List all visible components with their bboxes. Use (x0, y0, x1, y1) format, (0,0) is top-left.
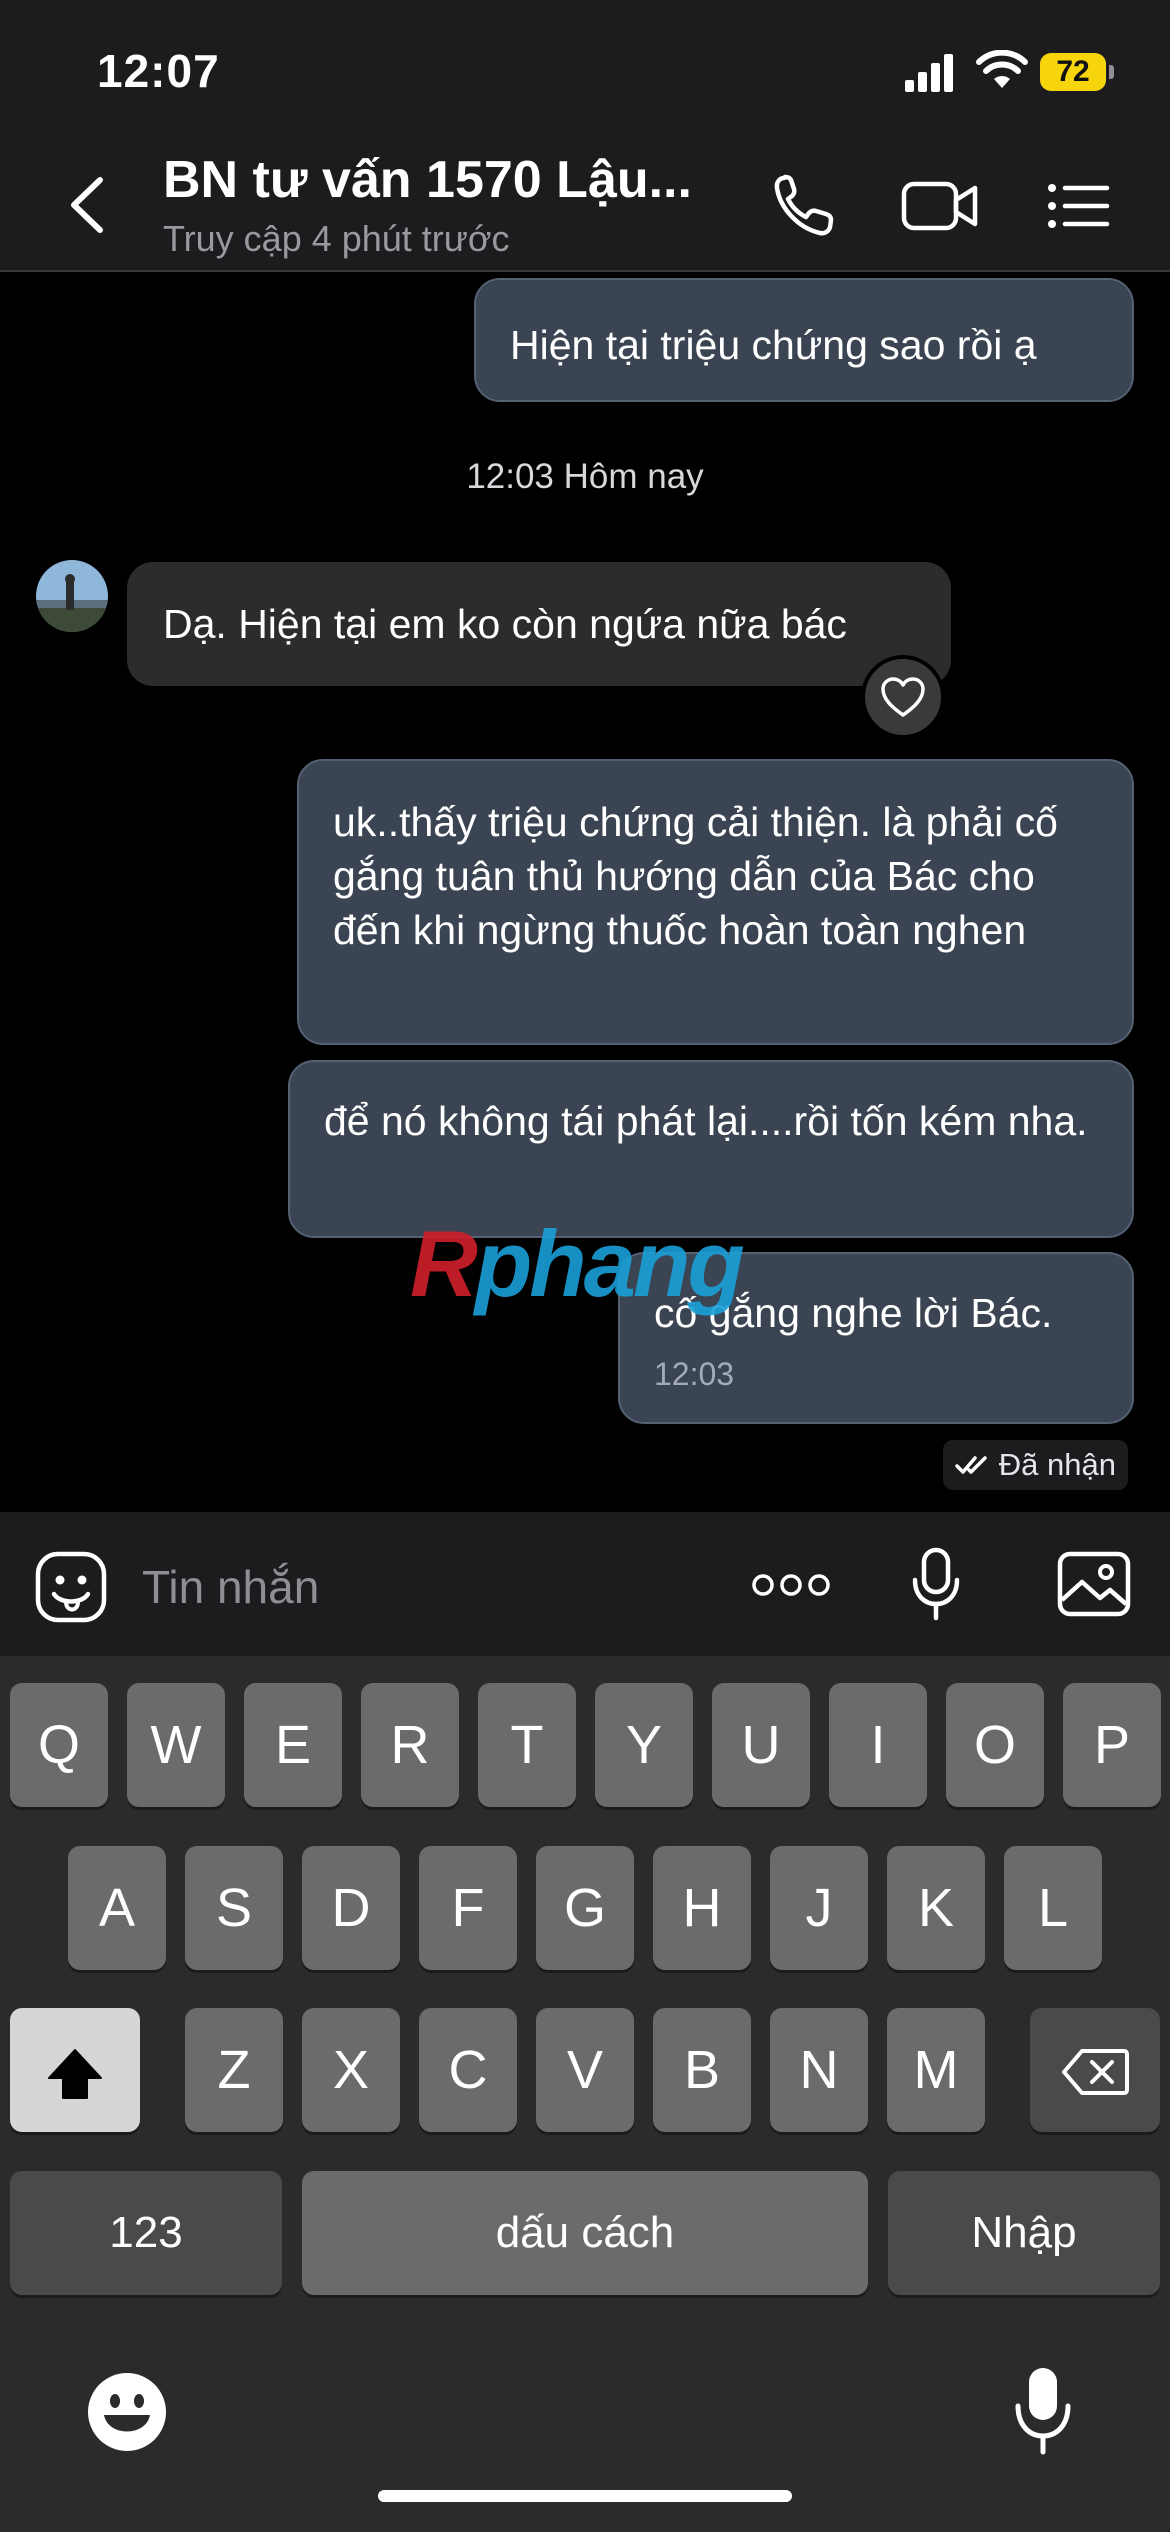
space-key[interactable]: dấu cách (302, 2171, 868, 2295)
key-s[interactable]: S (185, 1846, 283, 1970)
key-q[interactable]: Q (10, 1683, 108, 1807)
shift-key[interactable] (10, 2008, 140, 2132)
key-l[interactable]: L (1004, 1846, 1102, 1970)
message-text: Dạ. Hiện tại em ko còn ngứa nữa bác (163, 601, 847, 647)
battery-cap (1109, 65, 1114, 79)
key-m[interactable]: M (887, 2008, 985, 2132)
emoji-sticker-icon[interactable] (34, 1550, 108, 1624)
status-time: 12:07 (97, 45, 220, 97)
battery-indicator: 72 (1040, 53, 1106, 91)
message-text: để nó không tái phát lại....rồi tốn kém … (324, 1098, 1088, 1144)
message-bubble-outgoing[interactable]: Hiện tại triệu chứng sao rồi ạ (474, 278, 1134, 402)
message-bubble-outgoing[interactable]: uk..thấy triệu chứng cải thiện. là phải … (297, 759, 1134, 1045)
message-text: uk..thấy triệu chứng cải thiện. là phải … (333, 799, 1058, 953)
watermark-r: R (410, 1211, 478, 1316)
message-bubble-incoming[interactable]: Dạ. Hiện tại em ko còn ngứa nữa bác (127, 562, 951, 686)
key-p[interactable]: P (1063, 1683, 1161, 1807)
heart-icon (881, 677, 925, 717)
key-z[interactable]: Z (185, 2008, 283, 2132)
react-heart-button[interactable] (861, 655, 945, 739)
chat-title[interactable]: BN tư vấn 1570 Lậu... (163, 150, 692, 210)
watermark-text: phang (474, 1211, 745, 1316)
home-indicator[interactable] (378, 2490, 792, 2502)
key-j[interactable]: J (770, 1846, 868, 1970)
message-time: 12:03 (654, 1356, 735, 1392)
key-i[interactable]: I (829, 1683, 927, 1807)
key-n[interactable]: N (770, 2008, 868, 2132)
key-w[interactable]: W (127, 1683, 225, 1807)
delivery-status: Đã nhận (942, 1440, 1128, 1490)
dictation-microphone-icon[interactable] (1012, 2364, 1074, 2456)
delivery-status-text: Đã nhận (998, 1447, 1116, 1482)
key-e[interactable]: E (244, 1683, 342, 1807)
watermark-logo: Rphang (410, 1210, 745, 1318)
backspace-icon (1062, 2049, 1129, 2096)
key-c[interactable]: C (419, 2008, 517, 2132)
double-check-icon (955, 1456, 987, 1474)
message-text: Hiện tại triệu chứng sao rồi ạ (510, 322, 1037, 368)
wifi-icon (976, 50, 1028, 88)
microphone-icon[interactable] (910, 1546, 962, 1622)
key-r[interactable]: R (361, 1683, 459, 1807)
key-x[interactable]: X (302, 2008, 400, 2132)
image-gallery-icon[interactable] (1056, 1550, 1132, 1618)
back-chevron-icon[interactable] (60, 170, 116, 240)
return-key[interactable]: Nhập (888, 2171, 1160, 2295)
backspace-key[interactable] (1030, 2008, 1160, 2132)
more-dots-icon[interactable] (750, 1572, 832, 1598)
key-k[interactable]: K (887, 1846, 985, 1970)
key-y[interactable]: Y (595, 1683, 693, 1807)
emoji-keyboard-icon[interactable] (86, 2371, 168, 2453)
video-camera-icon[interactable] (900, 170, 980, 240)
key-d[interactable]: D (302, 1846, 400, 1970)
keyboard: Q W E R T Y U I O P A S D F G H J K L Z … (0, 1656, 1170, 2532)
date-separator: 12:03 Hôm nay (466, 457, 704, 496)
key-g[interactable]: G (536, 1846, 634, 1970)
message-input[interactable]: Tin nhắn (142, 1560, 319, 1614)
menu-list-icon[interactable] (1045, 170, 1111, 240)
key-v[interactable]: V (536, 2008, 634, 2132)
cellular-signal-icon (905, 52, 955, 92)
key-a[interactable]: A (68, 1846, 166, 1970)
key-h[interactable]: H (653, 1846, 751, 1970)
numbers-key[interactable]: 123 (10, 2171, 282, 2295)
key-f[interactable]: F (419, 1846, 517, 1970)
contact-avatar[interactable] (36, 560, 108, 632)
shift-arrow-icon (48, 2048, 102, 2099)
top-bar: 12:07 72 BN tư vấn 1570 Lậu... Truy cập … (0, 0, 1170, 272)
key-u[interactable]: U (712, 1683, 810, 1807)
phone-icon[interactable] (770, 170, 836, 240)
key-b[interactable]: B (653, 2008, 751, 2132)
message-composer: Tin nhắn (0, 1512, 1170, 1656)
key-t[interactable]: T (478, 1683, 576, 1807)
key-o[interactable]: O (946, 1683, 1044, 1807)
last-seen-status: Truy cập 4 phút trước (163, 218, 510, 259)
